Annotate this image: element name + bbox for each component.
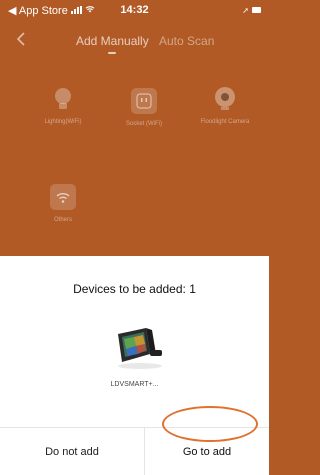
category-others[interactable]: Others	[28, 184, 98, 224]
category-label: Socket (WiFi)	[126, 121, 162, 127]
category-label: Lighting(WiFi)	[44, 119, 82, 125]
active-tab-indicator	[108, 52, 116, 54]
floodlight-device-image	[112, 324, 168, 370]
back-button[interactable]	[16, 32, 36, 52]
category-lighting[interactable]: Lighting(WiFi)	[28, 86, 98, 126]
category-label: Floodlight Camera	[200, 119, 250, 125]
category-label: Others	[53, 217, 72, 223]
devices-to-add-sheet: Devices to be added: 1 LDVSMART+... Do n…	[0, 256, 269, 475]
go-to-add-button[interactable]: Go to add	[145, 428, 269, 475]
tab-add-manually[interactable]: Add Manually	[76, 34, 149, 48]
wifi-icon	[50, 184, 76, 210]
category-floodlight-camera[interactable]: Floodlight Camera	[190, 86, 260, 126]
tab-auto-scan[interactable]: Auto Scan	[159, 34, 214, 48]
battery-icon	[252, 7, 261, 13]
category-socket[interactable]: Socket (WiFi)	[109, 88, 179, 128]
location-icon: ➚	[242, 5, 249, 15]
top-nav: Add Manually Auto Scan	[0, 26, 269, 56]
bulb-icon	[50, 86, 76, 112]
device-name: LDVSMART+...	[110, 381, 159, 388]
status-time: 14:32	[120, 4, 149, 16]
status-right: ➚	[242, 6, 261, 15]
chevron-left-icon	[16, 32, 25, 46]
do-not-add-button[interactable]: Do not add	[0, 428, 144, 475]
sheet-title: Devices to be added: 1	[73, 282, 196, 296]
status-bar: ◀ App Store 14:32 ➚	[0, 0, 269, 20]
socket-icon	[131, 88, 157, 114]
camera-icon	[212, 86, 238, 112]
